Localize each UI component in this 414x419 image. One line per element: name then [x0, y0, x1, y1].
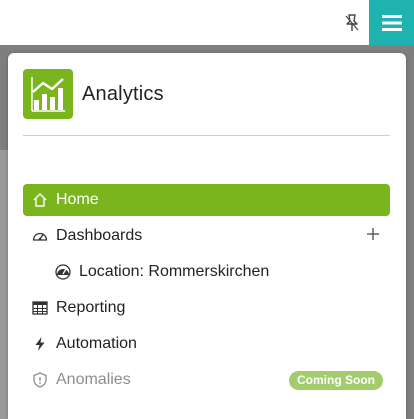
nav-item-location-rommerskirchen[interactable]: Location: Rommerskirchen: [23, 256, 390, 288]
add-dashboard-plus-icon[interactable]: [366, 227, 380, 241]
nav-menu: Home Dashboards Location: Rommerskirchen…: [23, 184, 390, 400]
gauge-icon: [32, 228, 48, 244]
brand: Analytics: [23, 69, 164, 119]
home-icon: [32, 192, 48, 208]
backdrop-edge: [0, 150, 8, 419]
divider: [23, 135, 390, 136]
pin-icon[interactable]: [342, 12, 362, 34]
nav-item-label: Home: [56, 191, 99, 208]
bolt-icon: [32, 336, 48, 352]
nav-item-label: Anomalies: [56, 371, 131, 388]
nav-item-label: Dashboards: [56, 227, 143, 244]
bar-chart-trend-icon: [23, 69, 73, 119]
shield-alert-icon: [32, 372, 48, 388]
nav-item-label: Location: Rommerskirchen: [79, 263, 270, 280]
top-bar: [0, 0, 414, 45]
app-title: Analytics: [82, 82, 164, 105]
nav-item-automation[interactable]: Automation: [23, 328, 390, 360]
menu-button[interactable]: [369, 0, 414, 45]
gauge-filled-icon: [55, 264, 71, 280]
nav-item-label: Automation: [56, 335, 137, 352]
nav-item-label: Reporting: [56, 299, 126, 316]
hamburger-icon: [381, 14, 402, 31]
nav-item-reporting[interactable]: Reporting: [23, 292, 390, 324]
nav-item-anomalies: Anomalies Coming Soon: [23, 364, 390, 396]
coming-soon-badge: Coming Soon: [289, 371, 383, 390]
table-icon: [32, 300, 48, 316]
nav-item-home[interactable]: Home: [23, 184, 390, 216]
nav-item-dashboards[interactable]: Dashboards: [23, 220, 390, 252]
navigation-panel: Analytics Home Dashboards Location: Romm…: [8, 53, 406, 419]
